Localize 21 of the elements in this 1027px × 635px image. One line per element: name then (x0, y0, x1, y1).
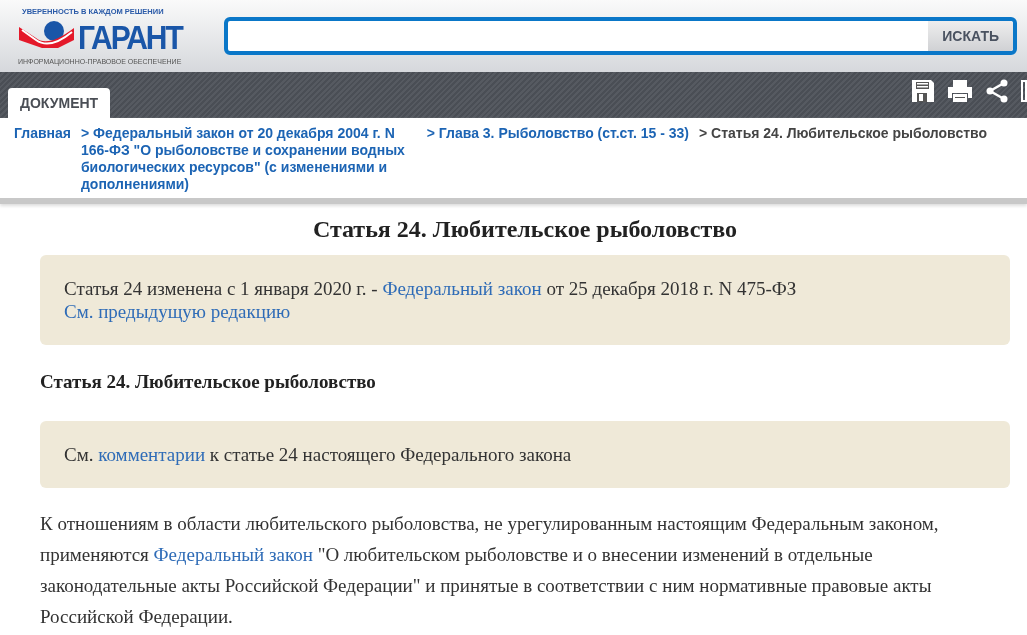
search-button[interactable]: ИСКАТЬ (928, 21, 1013, 51)
notice-text: Статья 24 изменена с 1 января 2020 г. - Федеральный закон от 25 декабря 2018 г. N 475-ФЗ (64, 277, 798, 300)
document-tab[interactable]: ДОКУМЕНТ (8, 88, 111, 118)
breadcrumb-link[interactable]: > Федеральный закон от 20 декабря 2004 г. N 166-ФЗ "О рыболовстве и сохранении водных биологических ресурсов" (с изменениями и дополнениями) (80, 125, 417, 193)
text-link[interactable]: комментарии (98, 444, 206, 465)
print-icon[interactable] (947, 79, 973, 103)
text-link[interactable]: Федеральный закон (153, 544, 313, 565)
notice-text: См. комментарии к статье 24 настоящего Федерального закона (64, 443, 573, 466)
breadcrumb-link[interactable]: Главная (14, 125, 71, 193)
breadcrumb-link[interactable]: > Глава 3. Рыболовство (ст.ст. 15 - 33) (426, 125, 689, 193)
breadcrumb-current: > Статья 24. Любительское рыболовство (699, 125, 987, 143)
panel-icon[interactable] (1021, 79, 1027, 103)
text-link[interactable]: Федеральный закон (382, 278, 542, 299)
share-icon[interactable] (985, 79, 1009, 103)
save-icon[interactable] (911, 79, 935, 103)
logo-wordmark: ГАРАНТ (78, 19, 182, 57)
paragraph-text: К отношениям в области любительского рыболовства, не урегулированным настоящим Федеральным законом, применяются Федеральный закон "О любительском рыболовстве и о внесении изменений в отдельные законодательные акты Российской Федерации" и принятые в соответствии с ним нормативные правовые акты Российской Федерации. (40, 512, 940, 629)
search-field[interactable]: ИСКАТЬ (224, 17, 1017, 55)
section-heading: Статья 24. Любительское рыболовство (40, 371, 377, 393)
article-title: Статья 24. Любительское рыболовство (311, 216, 739, 243)
text-link[interactable]: См. предыдущую редакцию (64, 301, 291, 322)
